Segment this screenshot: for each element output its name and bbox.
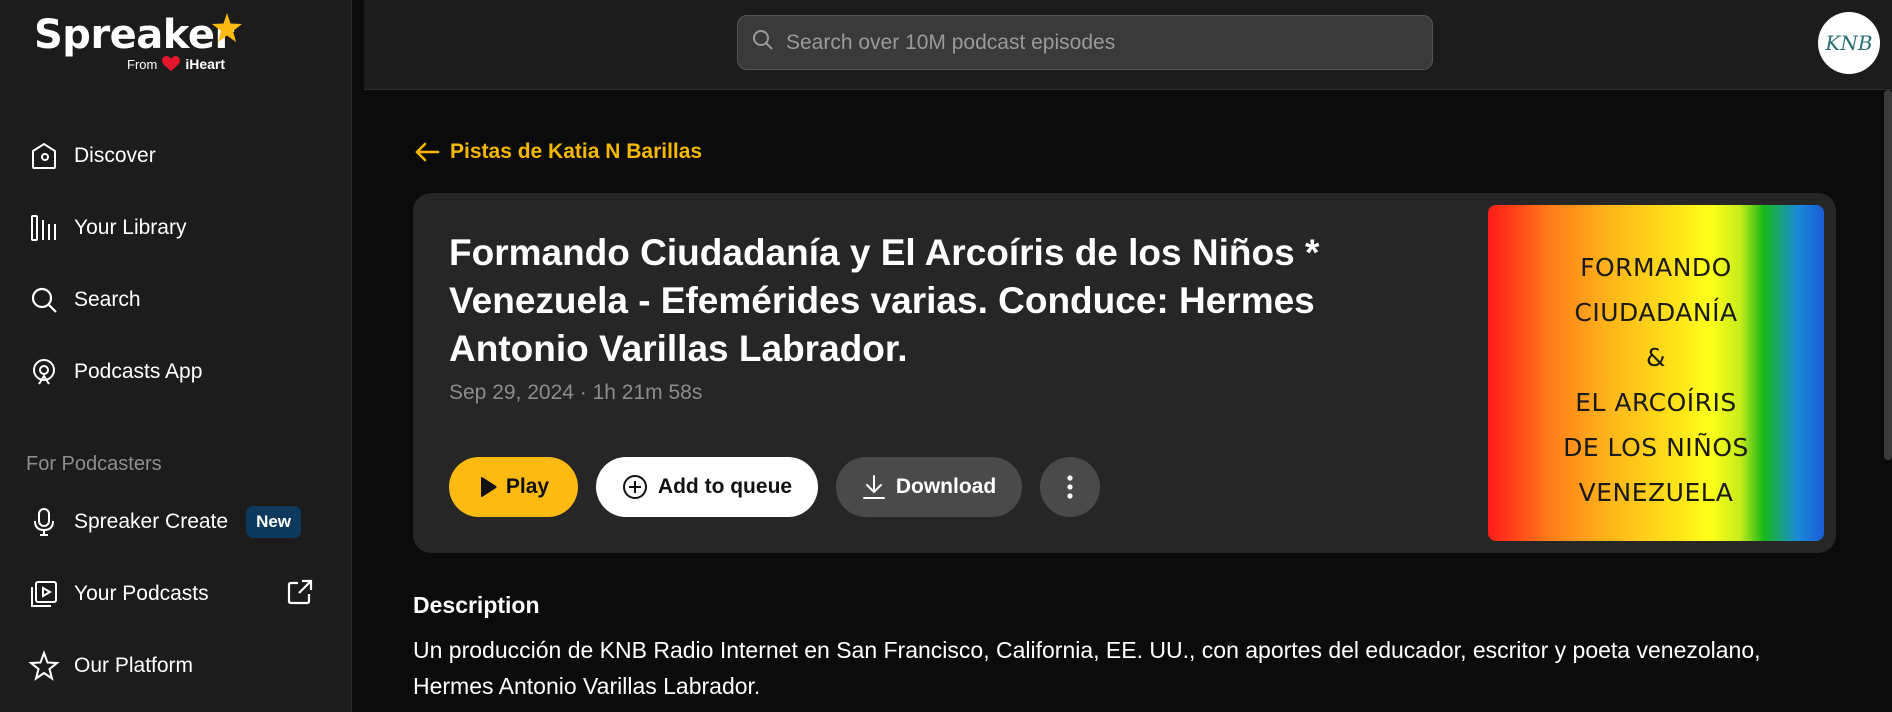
search-icon — [28, 284, 60, 316]
cover-art-text: FORMANDO CIUDADANÍA & EL ARCOÍRIS DE LOS… — [1488, 245, 1824, 515]
nav-discover-label: Discover — [74, 144, 156, 167]
new-badge: New — [246, 506, 302, 538]
episode-meta: Sep 29, 2024 · 1h 21m 58s — [449, 381, 703, 404]
avatar-text: KNB — [1825, 31, 1873, 55]
nav-your-podcasts[interactable]: Your Podcasts — [0, 558, 352, 630]
cover-line: CIUDADANÍA — [1574, 298, 1738, 327]
description-text: Un producción de KNB Radio Internet en S… — [413, 637, 1761, 699]
download-button[interactable]: Download — [836, 457, 1022, 517]
main-nav: Discover Your Library Search Podcasts Ap… — [0, 120, 352, 408]
download-icon — [862, 475, 885, 499]
play-button-label: Play — [505, 475, 550, 498]
play-button[interactable]: Play — [449, 457, 578, 517]
external-link-icon — [286, 578, 314, 611]
nav-search[interactable]: Search — [0, 264, 352, 336]
nav-spreaker-create-label: Spreaker Create — [74, 510, 229, 533]
spreaker-logo[interactable]: Spreaker From iHeart — [34, 12, 254, 82]
nav-search-label: Search — [74, 288, 141, 311]
podcasts-app-icon — [28, 356, 60, 388]
plus-circle-icon — [622, 475, 647, 499]
sidebar: Spreaker From iHeart Discover Your Libra… — [0, 0, 352, 712]
search-input[interactable] — [786, 30, 1406, 55]
more-vertical-icon — [1067, 475, 1073, 499]
page-scrollbar[interactable] — [1884, 90, 1892, 460]
nav-podcasts-app[interactable]: Podcasts App — [0, 336, 352, 408]
search-bar-icon — [752, 29, 774, 56]
add-to-queue-button[interactable]: Add to queue — [596, 457, 818, 517]
arrow-left-icon — [415, 142, 440, 162]
nav-your-podcasts-label: Your Podcasts — [74, 582, 209, 605]
nav-our-platform[interactable]: Our Platform — [0, 630, 352, 702]
nav-your-library[interactable]: Your Library — [0, 192, 352, 264]
episode-cover-art: FORMANDO CIUDADANÍA & EL ARCOÍRIS DE LOS… — [1488, 205, 1824, 541]
logo-from-text: From — [127, 56, 158, 72]
nav-your-library-label: Your Library — [74, 216, 187, 239]
cover-line: DE LOS NIÑOS — [1563, 433, 1749, 462]
logo-star-icon — [212, 13, 242, 42]
search-bar[interactable] — [737, 15, 1433, 70]
logo-wordmark: Spreaker — [34, 12, 234, 58]
for-podcasters-heading: For Podcasters — [26, 453, 162, 475]
episode-title: Formando Ciudadanía y El Arcoíris de los… — [449, 232, 1320, 369]
discover-icon — [28, 140, 60, 172]
episode-card: Formando Ciudadanía y El Arcoíris de los… — [413, 193, 1836, 553]
play-icon — [480, 477, 497, 497]
cover-line: & — [1646, 343, 1666, 372]
cover-line: VENEZUELA — [1578, 478, 1734, 507]
star-outline-icon — [28, 650, 60, 682]
back-link-label: Pistas de Katia N Barillas — [450, 140, 703, 163]
download-button-label: Download — [895, 475, 997, 498]
logo-subline: From iHeart — [127, 56, 225, 72]
iheart-icon — [162, 56, 181, 71]
episode-actions: Play Add to queue Download — [449, 457, 1100, 517]
your-podcasts-icon — [28, 578, 60, 610]
logo-partner-text: iHeart — [185, 56, 226, 72]
back-to-podcast-link[interactable]: Pistas de Katia N Barillas — [414, 140, 702, 164]
nav-spreaker-create[interactable]: Spreaker Create New — [0, 486, 352, 558]
cover-line: FORMANDO — [1580, 253, 1732, 282]
microphone-icon — [28, 506, 60, 538]
library-icon — [28, 212, 60, 244]
add-to-queue-label: Add to queue — [657, 475, 793, 498]
user-avatar[interactable]: KNB — [1818, 12, 1880, 74]
nav-our-platform-label: Our Platform — [74, 654, 194, 677]
podcaster-nav: Spreaker Create New Your Podcasts Our Pl… — [0, 486, 352, 702]
description-heading: Description — [413, 592, 540, 618]
cover-line: EL ARCOÍRIS — [1575, 388, 1737, 417]
more-options-button[interactable] — [1040, 457, 1100, 517]
nav-podcasts-app-label: Podcasts App — [74, 360, 203, 383]
top-bar: KNB — [364, 0, 1892, 90]
nav-discover[interactable]: Discover — [0, 120, 352, 192]
